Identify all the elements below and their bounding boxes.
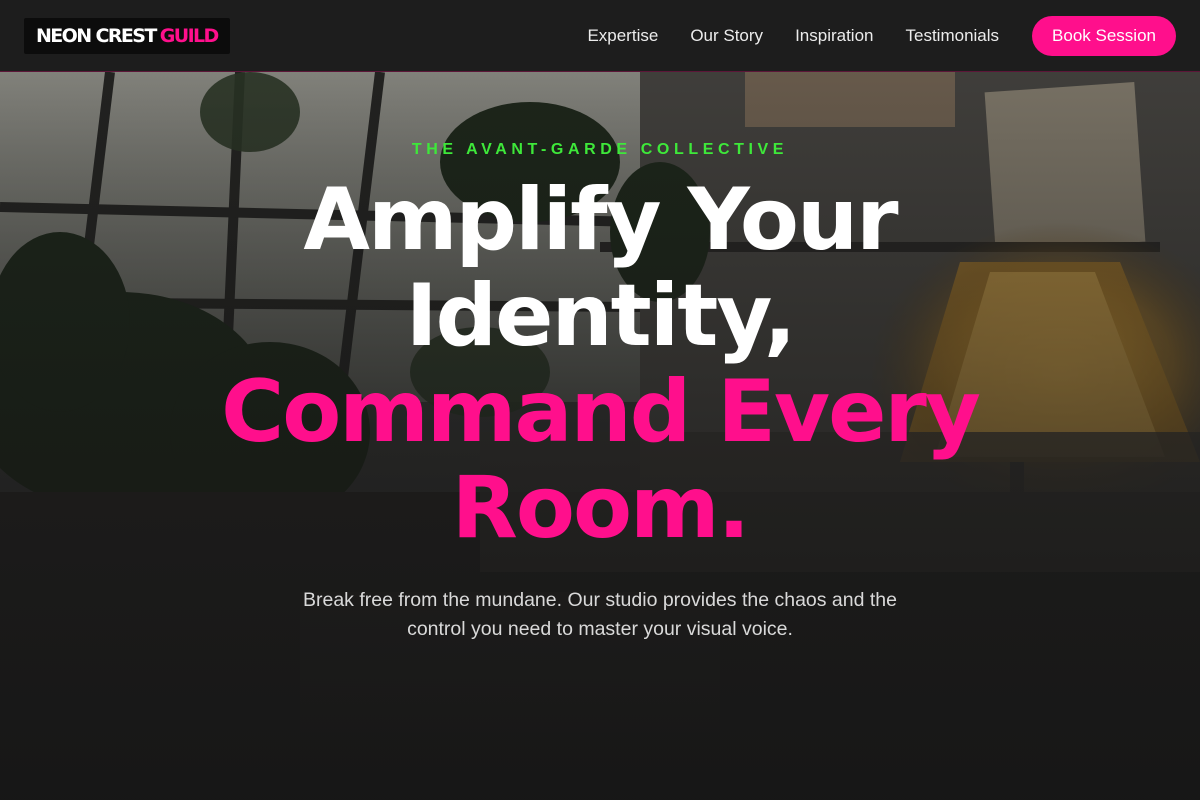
hero-subtext: Break free from the mundane. Our studio … [250, 586, 950, 644]
nav-link-inspiration[interactable]: Inspiration [795, 26, 873, 46]
headline-line-4: Room. [451, 458, 751, 558]
headline-line-3: Command Every [221, 362, 981, 462]
landing-page: NEON CREST GUILD Expertise Our Story Ins… [0, 0, 1200, 800]
site-header: NEON CREST GUILD Expertise Our Story Ins… [0, 0, 1200, 72]
logo-text-accent: GUILD [159, 24, 220, 47]
book-session-button[interactable]: Book Session [1032, 15, 1176, 56]
headline-line-2: Identity, [405, 266, 797, 366]
headline-line-1: Amplify Your [303, 170, 898, 270]
hero-headline: Amplify Your Identity, Command Every Roo… [0, 172, 1200, 556]
nav-link-our-story[interactable]: Our Story [690, 26, 763, 46]
subtext-line-2: control you need to master your visual v… [407, 618, 793, 640]
brand-logo[interactable]: NEON CREST GUILD [24, 17, 230, 54]
nav-link-testimonials[interactable]: Testimonials [906, 26, 1000, 46]
logo-text-primary: NEON CREST [36, 24, 157, 47]
hero-eyebrow: THE AVANT-GARDE COLLECTIVE [411, 141, 789, 158]
main-nav: Expertise Our Story Inspiration Testimon… [587, 15, 1176, 56]
nav-link-expertise[interactable]: Expertise [587, 26, 658, 46]
hero-section: THE AVANT-GARDE COLLECTIVE Amplify Your … [0, 72, 1200, 800]
subtext-line-1: Break free from the mundane. Our studio … [302, 589, 897, 611]
